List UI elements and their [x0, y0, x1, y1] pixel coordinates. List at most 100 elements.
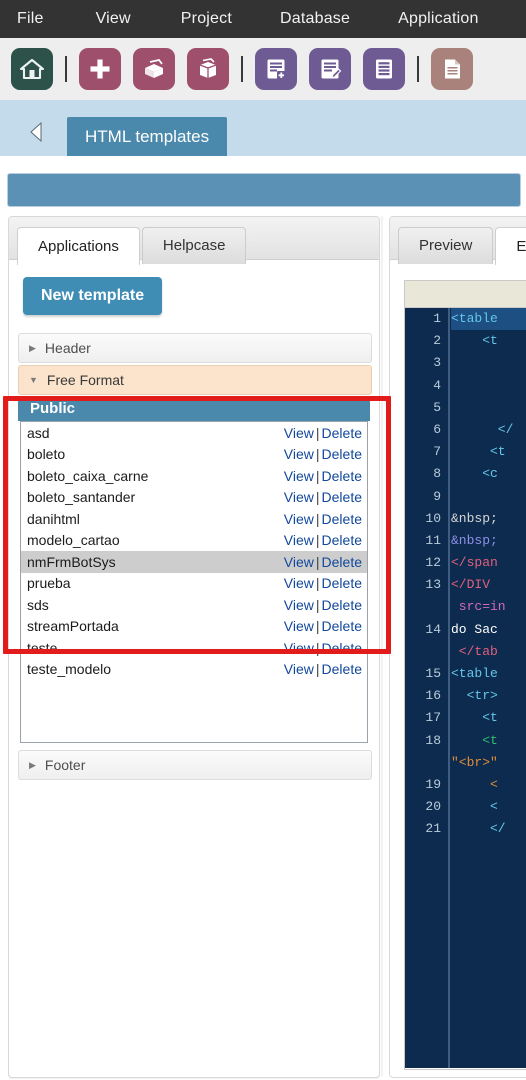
- menu-item-file[interactable]: File: [17, 0, 44, 38]
- delete-link[interactable]: Delete: [322, 425, 362, 441]
- line-number: 8: [433, 466, 441, 482]
- template-name: boleto_santander: [27, 489, 136, 506]
- tab-applications[interactable]: Applications: [17, 227, 140, 265]
- line-number: 15: [425, 666, 441, 681]
- delete-link[interactable]: Delete: [322, 511, 362, 527]
- list-item-selected[interactable]: nmFrmBotSys View | Delete: [21, 551, 367, 573]
- view-link[interactable]: View: [284, 468, 314, 484]
- view-link[interactable]: View: [284, 532, 314, 548]
- view-link[interactable]: View: [284, 640, 314, 656]
- accordion-footer[interactable]: ▶ Footer: [18, 750, 372, 780]
- template-name: prueba: [27, 575, 71, 592]
- action-separator: |: [315, 575, 320, 592]
- list-item[interactable]: teste View | Delete: [21, 637, 367, 659]
- toolbar-separator-3: [417, 56, 419, 82]
- edit-form-icon[interactable]: [309, 48, 351, 90]
- list-item[interactable]: teste_modelo View | Delete: [21, 659, 367, 681]
- accordion-free-format-label: Free Format: [46, 372, 124, 388]
- template-name: nmFrmBotSys: [27, 553, 116, 570]
- template-name: asd: [27, 424, 50, 441]
- list-item[interactable]: boleto_santander View | Delete: [21, 487, 367, 509]
- delete-link[interactable]: Delete: [322, 554, 362, 570]
- view-link[interactable]: View: [284, 425, 314, 441]
- action-separator: |: [315, 661, 320, 678]
- delete-link[interactable]: Delete: [322, 446, 362, 462]
- row-actions: View | Delete: [284, 446, 362, 462]
- view-link[interactable]: View: [284, 489, 314, 505]
- code-editor[interactable]: 1 2 3 4 5 6 7 8 9 10 11 12 13 14 15 16 1…: [404, 280, 526, 1070]
- tab-editor[interactable]: Ed: [495, 227, 526, 265]
- template-name: boleto: [27, 446, 66, 463]
- list-item[interactable]: modelo_cartao View | Delete: [21, 530, 367, 552]
- list-item[interactable]: sds View | Delete: [21, 594, 367, 616]
- code-line: src=in: [451, 599, 506, 615]
- code-lines[interactable]: <table <t </ <t <c &nbsp; &nbsp; </span: [451, 308, 526, 1068]
- template-list[interactable]: asd View | Delete boleto View | Delete bolet…: [20, 421, 368, 743]
- list-item[interactable]: streamPortada View | Delete: [21, 616, 367, 638]
- accordion-header[interactable]: ▶ Header: [18, 333, 372, 363]
- editor-panel: Preview Ed 1 2 3 4 5 6 7 8 9: [389, 216, 526, 1078]
- open-box-icon[interactable]: [133, 48, 175, 90]
- line-number: 21: [425, 821, 441, 837]
- line-number: 17: [425, 710, 441, 726]
- view-link[interactable]: View: [284, 661, 314, 677]
- menu-item-project[interactable]: Project: [181, 0, 232, 38]
- row-actions: View | Delete: [284, 575, 362, 591]
- delete-link[interactable]: Delete: [322, 575, 362, 591]
- view-link[interactable]: View: [284, 511, 314, 527]
- list-item[interactable]: prueba View | Delete: [21, 573, 367, 595]
- action-separator: |: [315, 553, 320, 570]
- menu-item-database[interactable]: Database: [280, 0, 350, 38]
- code-line: </: [451, 421, 514, 437]
- code-line: <t: [451, 732, 498, 748]
- delete-link[interactable]: Delete: [322, 618, 362, 634]
- new-template-button[interactable]: New template: [23, 277, 163, 315]
- action-separator: |: [315, 532, 320, 549]
- line-number: 11: [425, 532, 441, 548]
- delete-link[interactable]: Delete: [322, 489, 362, 505]
- action-separator: |: [315, 639, 320, 656]
- menu-item-view[interactable]: View: [96, 0, 131, 38]
- grid-icon[interactable]: [363, 48, 405, 90]
- delete-link[interactable]: Delete: [322, 532, 362, 548]
- view-link[interactable]: View: [284, 446, 314, 462]
- accordion-free-format[interactable]: ▼ Free Format: [18, 365, 372, 395]
- line-number: 5: [433, 399, 441, 415]
- view-link[interactable]: View: [284, 575, 314, 591]
- back-arrow-icon[interactable]: [26, 121, 48, 143]
- delete-link[interactable]: Delete: [322, 597, 362, 613]
- code-line: <table: [451, 308, 526, 331]
- view-link[interactable]: View: [284, 554, 314, 570]
- line-number-gutter: 1 2 3 4 5 6 7 8 9 10 11 12 13 14 15 16 1…: [405, 308, 450, 1068]
- tab-preview[interactable]: Preview: [398, 227, 494, 264]
- menu-bar: File View Project Database Application: [0, 0, 526, 38]
- list-item[interactable]: boleto View | Delete: [21, 444, 367, 466]
- panel-seam: [381, 216, 383, 1076]
- new-icon[interactable]: [79, 48, 121, 90]
- body-area: Applications Helpcase New template ▶ Hea…: [0, 156, 526, 1080]
- application-window: File View Project Database Application H…: [0, 0, 526, 1080]
- view-link[interactable]: View: [284, 597, 314, 613]
- delete-link[interactable]: Delete: [322, 468, 362, 484]
- package-icon[interactable]: [187, 48, 229, 90]
- chevron-right-icon: ▶: [29, 342, 36, 353]
- toolbar-separator-2: [241, 56, 243, 82]
- menu-item-application[interactable]: Application: [398, 0, 478, 38]
- view-link[interactable]: View: [284, 618, 314, 634]
- list-item[interactable]: danihtml View | Delete: [21, 508, 367, 530]
- document-icon[interactable]: [431, 48, 473, 90]
- home-icon[interactable]: [11, 48, 53, 90]
- list-item[interactable]: boleto_caixa_carne View | Delete: [21, 465, 367, 487]
- line-number: 18: [425, 732, 441, 748]
- page-title: HTML templates: [67, 117, 228, 156]
- line-number: [405, 752, 448, 774]
- line-number: 3: [433, 355, 441, 371]
- delete-link[interactable]: Delete: [322, 640, 362, 656]
- new-form-icon[interactable]: [255, 48, 297, 90]
- list-item[interactable]: asd View | Delete: [21, 422, 367, 444]
- code-area[interactable]: 1 2 3 4 5 6 7 8 9 10 11 12 13 14 15 16 1…: [405, 308, 526, 1068]
- delete-link[interactable]: Delete: [322, 661, 362, 677]
- tab-helpcase[interactable]: Helpcase: [141, 227, 247, 264]
- line-number: 2: [433, 333, 441, 349]
- code-line: do Sac: [451, 621, 498, 637]
